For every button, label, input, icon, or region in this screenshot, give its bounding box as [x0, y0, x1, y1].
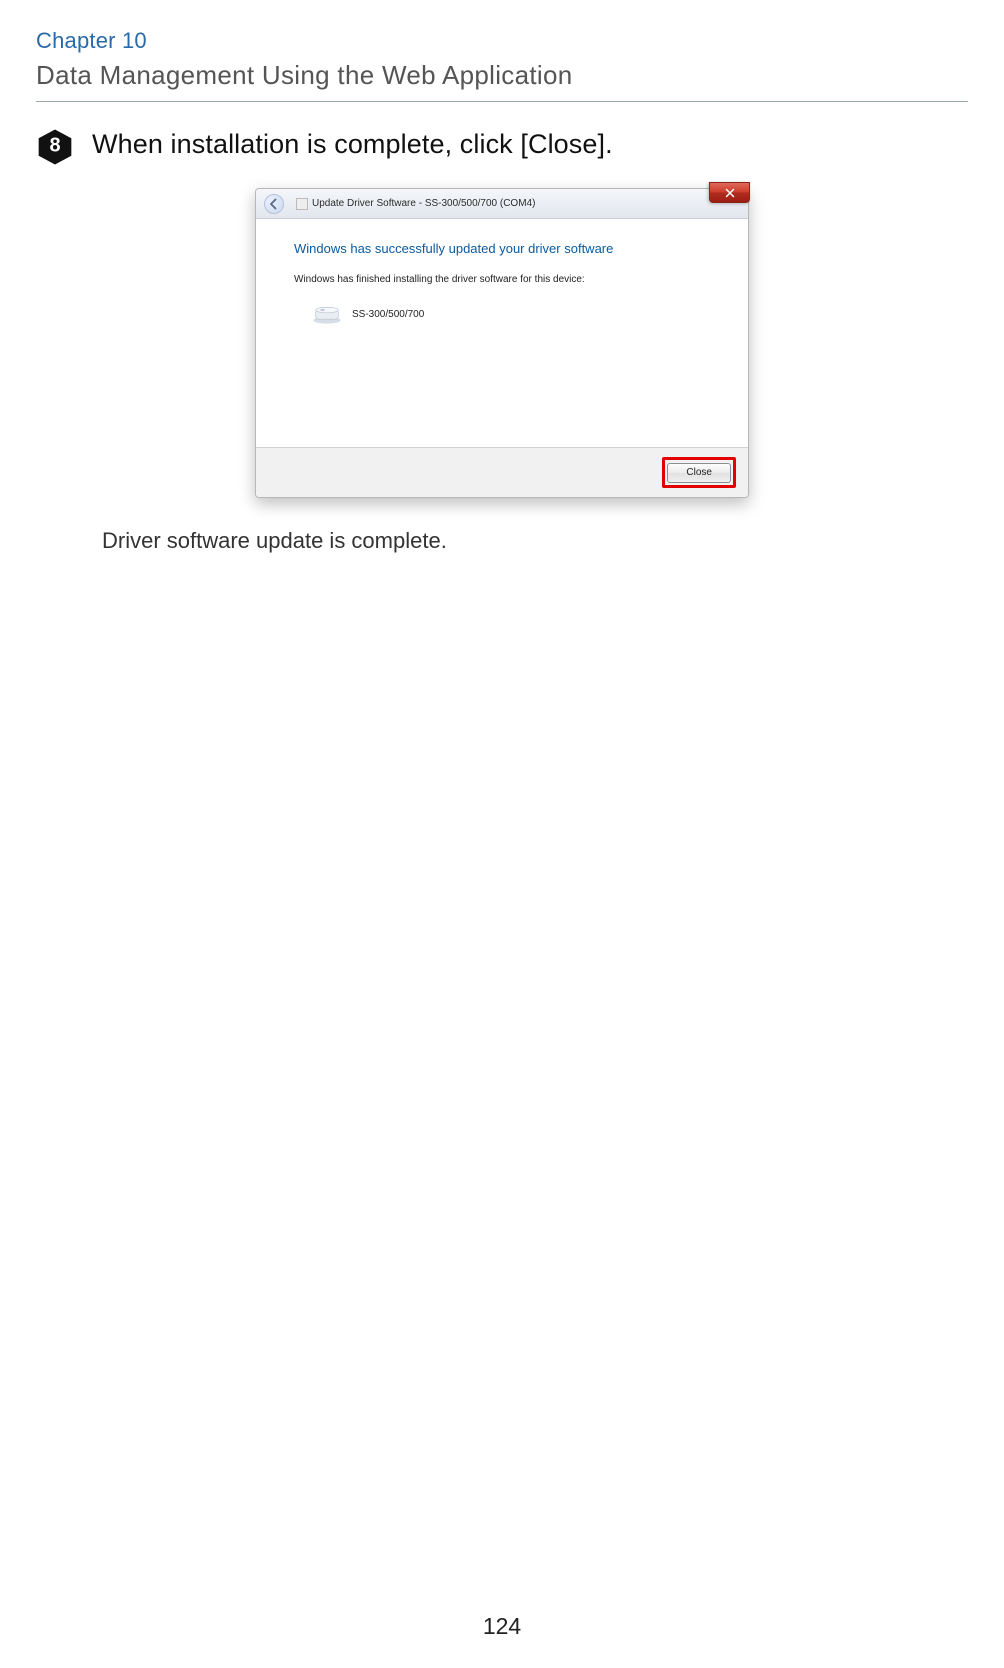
page-number: 124	[483, 1613, 521, 1640]
dialog-footer: Close	[256, 447, 748, 497]
dialog-title: Update Driver Software - SS-300/500/700 …	[312, 198, 535, 209]
dialog-headline: Windows has successfully updated your dr…	[294, 241, 720, 256]
window-close-button[interactable]	[709, 182, 750, 203]
step-instruction: When installation is complete, click [Cl…	[92, 128, 613, 162]
back-button[interactable]	[264, 194, 284, 214]
dialog-window: Update Driver Software - SS-300/500/700 …	[255, 188, 749, 498]
window-icon	[296, 198, 308, 210]
device-row: SS-300/500/700	[310, 303, 720, 325]
step-number: 8	[49, 135, 60, 158]
dialog-subtext: Windows has finished installing the driv…	[294, 274, 720, 285]
header-divider	[36, 101, 968, 102]
chapter-title: Data Management Using the Web Applicatio…	[36, 60, 968, 101]
document-page: Chapter 10 Data Management Using the Web…	[0, 0, 1004, 1668]
step-row: 8 When installation is complete, click […	[36, 128, 968, 166]
device-icon	[310, 303, 344, 325]
step-number-badge: 8	[36, 128, 74, 166]
screenshot-container: Update Driver Software - SS-300/500/700 …	[36, 188, 968, 498]
close-button[interactable]: Close	[667, 463, 731, 483]
result-text: Driver software update is complete.	[102, 528, 968, 554]
chapter-label: Chapter 10	[36, 28, 968, 54]
dialog-body: Windows has successfully updated your dr…	[256, 219, 748, 447]
close-icon	[724, 187, 736, 199]
dialog-titlebar: Update Driver Software - SS-300/500/700 …	[256, 189, 748, 219]
close-button-highlight: Close	[662, 457, 736, 488]
device-name: SS-300/500/700	[352, 309, 424, 320]
arrow-left-icon	[265, 195, 283, 213]
